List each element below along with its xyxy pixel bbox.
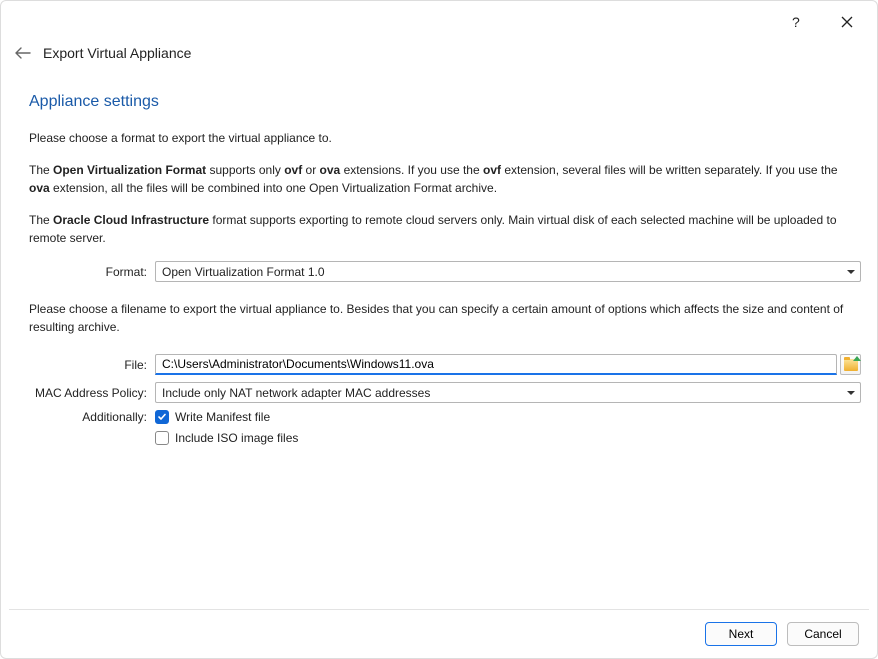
cancel-button[interactable]: Cancel — [787, 622, 859, 646]
write-manifest-label: Write Manifest file — [175, 410, 270, 424]
browse-button[interactable] — [840, 354, 861, 375]
section-heading: Appliance settings — [29, 93, 861, 111]
help-icon[interactable]: ? — [789, 14, 805, 30]
format-value: Open Virtualization Format 1.0 — [162, 265, 325, 279]
format-select[interactable]: Open Virtualization Format 1.0 — [155, 261, 861, 282]
write-manifest-checkbox[interactable] — [155, 410, 169, 424]
mac-select[interactable]: Include only NAT network adapter MAC add… — [155, 382, 861, 403]
intro-text-1: Please choose a format to export the vir… — [29, 129, 861, 147]
additionally-label: Additionally: — [29, 410, 155, 424]
svg-text:?: ? — [792, 15, 800, 29]
chevron-down-icon — [847, 391, 855, 395]
close-icon[interactable] — [839, 14, 855, 30]
footer-divider — [9, 609, 869, 610]
chevron-down-icon — [847, 270, 855, 274]
folder-icon — [844, 359, 858, 371]
next-button[interactable]: Next — [705, 622, 777, 646]
intro-text-3: The Oracle Cloud Infrastructure format s… — [29, 211, 861, 247]
intro-text-2: The Open Virtualization Format supports … — [29, 161, 861, 197]
include-iso-checkbox[interactable] — [155, 431, 169, 445]
include-iso-label: Include ISO image files — [175, 431, 298, 445]
intro-text-4: Please choose a filename to export the v… — [29, 300, 861, 336]
mac-value: Include only NAT network adapter MAC add… — [162, 386, 430, 400]
format-label: Format: — [29, 265, 155, 279]
file-label: File: — [29, 358, 155, 372]
page-title: Export Virtual Appliance — [43, 45, 191, 61]
file-input[interactable] — [155, 354, 837, 375]
back-icon[interactable] — [15, 45, 31, 61]
mac-label: MAC Address Policy: — [29, 386, 155, 400]
